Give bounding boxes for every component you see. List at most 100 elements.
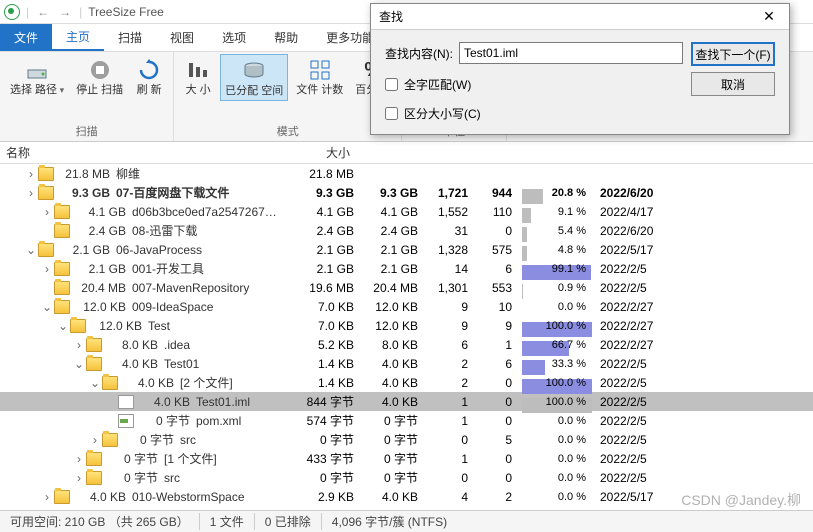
expand-toggle[interactable]: › [40,490,54,504]
menu-view[interactable]: 视图 [156,24,208,51]
whole-word-checkbox[interactable]: 全字匹配(W) [385,76,683,93]
col-size-val: 2.1 GB [300,243,364,257]
col-size-val: 1.4 KB [300,357,364,371]
col-date-val: 2022/2/27 [592,300,676,314]
folder-icon [54,490,70,504]
row-name: 柳维 [116,165,140,182]
expand-toggle[interactable]: ⌄ [56,319,70,333]
col-size-val: 4.1 GB [300,205,364,219]
table-row[interactable]: ›0 字节src0 字节0 字节050.0 %2022/2/5 [0,430,813,449]
col-date-val: 2022/2/5 [592,357,676,371]
folder-icon [86,471,102,485]
col-date-val: 2022/4/17 [592,205,676,219]
col-dirs-val: 553 [478,281,522,295]
folder-icon [102,376,118,390]
grid-icon [306,56,334,84]
row-name: d06b3bce0ed7a2547267… [132,205,277,219]
menu-file[interactable]: 文件 [0,24,52,51]
expand-toggle[interactable]: › [24,186,38,200]
table-row[interactable]: 4.0 KBTest01.iml844 字节4.0 KB10100.0 %202… [0,392,813,411]
menu-help[interactable]: 帮助 [260,24,312,51]
col-dirs-val: 2 [478,490,522,504]
col-files-val: 31 [428,224,478,238]
col-size-val: 1.4 KB [300,376,364,390]
table-row[interactable]: ⌄2.1 GB06-JavaProcess2.1 GB2.1 GB1,32857… [0,240,813,259]
table-row[interactable]: ›0 字节[1 个文件]433 字节0 字节100.0 %2022/2/5 [0,449,813,468]
col-size-val: 2.1 GB [300,262,364,276]
menu-options[interactable]: 选项 [208,24,260,51]
col-dirs-val: 575 [478,243,522,257]
expand-toggle[interactable]: › [40,205,54,219]
expand-toggle[interactable]: › [88,433,102,447]
dialog-title: 查找 [379,8,757,25]
percent-cell: 100.0 % [522,320,592,332]
select-path-button[interactable]: 选择 路径 [6,54,68,99]
cancel-button[interactable]: 取消 [691,72,775,96]
col-size-val: 2.4 GB [300,224,364,238]
table-row[interactable]: ›21.8 MB柳维21.8 MB [0,164,813,183]
table-row[interactable]: ›0 字节src0 字节0 字节000.0 %2022/2/5 [0,468,813,487]
row-size: 4.0 KB [106,357,164,371]
row-size: 21.8 MB [58,167,116,181]
app-icon [4,4,20,20]
folder-icon [86,357,102,371]
table-row[interactable]: ›8.0 KB.idea5.2 KB8.0 KB6166.7 %2022/2/2… [0,335,813,354]
percent-cell: 0.0 % [522,415,592,427]
table-row[interactable]: ›4.1 GBd06b3bce0ed7a2547267…4.1 GB4.1 GB… [0,202,813,221]
col-alloc-val: 0 字节 [364,469,428,486]
row-size: 0 字节 [122,431,180,448]
col-dirs-val: 0 [478,395,522,409]
refresh-button[interactable]: 刷 新 [131,54,167,99]
expand-toggle[interactable]: ⌄ [88,376,102,390]
col-size[interactable]: 大小 [300,144,370,161]
row-size: 2.4 GB [74,224,132,238]
size-mode-button[interactable]: 大 小 [180,54,216,99]
table-row[interactable]: ›9.3 GB07-百度网盘下载文件9.3 GB9.3 GB1,72194420… [0,183,813,202]
percent-cell: 99.1 % [522,263,592,275]
expand-toggle[interactable]: ⌄ [72,357,86,371]
allocated-mode-button[interactable]: 已分配 空间 [220,54,288,101]
expand-toggle[interactable]: › [24,167,38,181]
table-row[interactable]: 2.4 GB08-迅雷下载2.4 GB2.4 GB3105.4 %2022/6/… [0,221,813,240]
find-next-button[interactable]: 查找下一个(F) [691,42,775,66]
percent-cell: 0.0 % [522,472,592,484]
table-row[interactable]: ⌄4.0 KB[2 个文件]1.4 KB4.0 KB20100.0 %2022/… [0,373,813,392]
row-name: 08-迅雷下载 [132,222,197,239]
col-alloc-val: 4.1 GB [364,205,428,219]
table-row[interactable]: 0 字节pom.xml574 字节0 字节100.0 %2022/2/5 [0,411,813,430]
expand-toggle[interactable]: › [72,471,86,485]
col-date-val: 2022/2/5 [592,452,676,466]
find-input[interactable] [459,42,683,64]
expand-toggle[interactable]: ⌄ [40,300,54,314]
table-row[interactable]: ⌄12.0 KB009-IdeaSpace7.0 KB12.0 KB9100.0… [0,297,813,316]
file-tree[interactable]: ›21.8 MB柳维21.8 MB›9.3 GB07-百度网盘下载文件9.3 G… [0,164,813,504]
col-size-val: 19.6 MB [300,281,364,295]
close-icon[interactable]: ✕ [757,8,781,25]
table-row[interactable]: ⌄4.0 KBTest011.4 KB4.0 KB2633.3 %2022/2/… [0,354,813,373]
table-row[interactable]: ⌄12.0 KBTest7.0 KB12.0 KB99100.0 %2022/2… [0,316,813,335]
nav-forward[interactable]: → [57,4,73,20]
col-size-val: 2.9 KB [300,490,364,504]
row-size: 4.1 GB [74,205,132,219]
match-case-checkbox[interactable]: 区分大小写(C) [385,105,683,122]
filecount-mode-button[interactable]: 文件 计数 [292,54,347,99]
expand-toggle[interactable]: › [72,338,86,352]
stop-scan-button[interactable]: 停止 扫描 [72,54,127,99]
table-row[interactable]: 20.4 MB007-MavenRepository19.6 MB20.4 MB… [0,278,813,297]
col-name[interactable]: 名称 [0,144,300,161]
menu-scan[interactable]: 扫描 [104,24,156,51]
menu-home[interactable]: 主页 [52,24,104,51]
app-title: TreeSize Free [88,5,164,19]
row-size: 8.0 KB [106,338,164,352]
row-name: pom.xml [196,414,241,428]
col-files-val: 14 [428,262,478,276]
col-files-val: 0 [428,471,478,485]
expand-toggle[interactable]: ⌄ [24,243,38,257]
expand-toggle[interactable]: › [72,452,86,466]
col-alloc-val: 0 字节 [364,431,428,448]
table-row[interactable]: ›2.1 GB001-开发工具2.1 GB2.1 GB14699.1 %2022… [0,259,813,278]
col-dirs-val: 110 [478,205,522,219]
expand-toggle[interactable]: › [40,262,54,276]
row-name: 009-IdeaSpace [132,300,213,314]
nav-back[interactable]: ← [35,4,51,20]
